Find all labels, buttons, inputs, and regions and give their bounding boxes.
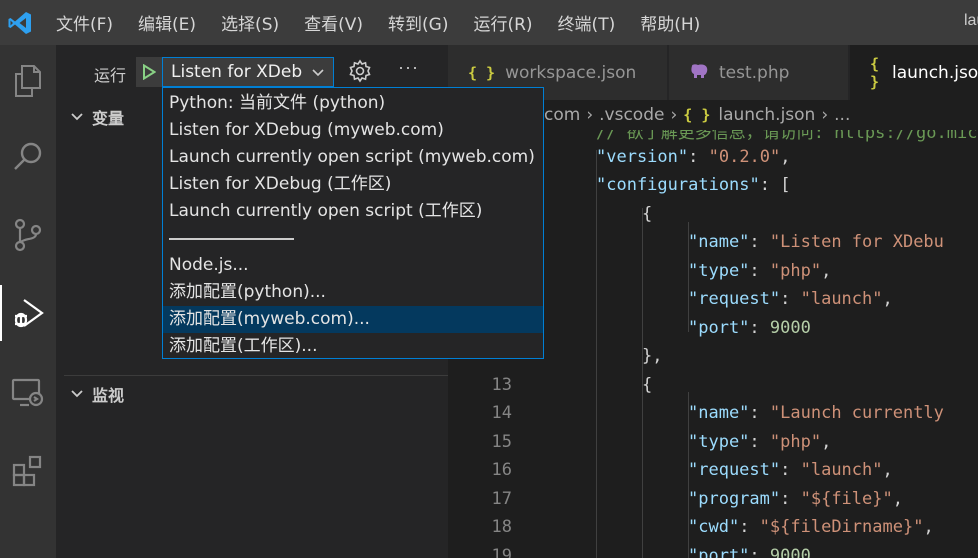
line-number: 16 <box>491 460 512 480</box>
menu-selection[interactable]: 选择(S) <box>221 10 279 35</box>
menu-file[interactable]: 文件(F) <box>56 10 113 35</box>
code-line: "request": "launch", <box>688 460 893 480</box>
json-icon: { } <box>870 54 880 91</box>
activity-bar <box>0 45 56 558</box>
watch-section-header[interactable]: 监视 <box>56 377 448 411</box>
code-line: "name": "Listen for XDebu <box>688 232 944 252</box>
variables-section-title: 变量 <box>92 109 125 128</box>
tab-launch-json[interactable]: { } launch.json <box>850 45 978 100</box>
source-control-icon[interactable] <box>0 207 56 263</box>
menu-help[interactable]: 帮助(H) <box>640 10 700 35</box>
indent-guide <box>596 150 597 558</box>
code-line: "type": "php", <box>688 431 832 452</box>
dropdown-separator <box>163 225 543 252</box>
open-launch-json-gear-icon[interactable] <box>348 59 372 88</box>
code-line: // 欲了解更多信息，请访问: https://go.microsoft.com… <box>596 130 978 143</box>
debug-config-select[interactable]: Listen for XDebug <box>162 57 334 87</box>
chevron-right-icon: › <box>670 105 678 125</box>
code-line: "program": "${file}", <box>688 488 903 509</box>
chevron-right-icon: › <box>821 105 829 125</box>
explorer-icon[interactable] <box>0 53 56 109</box>
start-debugging-button[interactable] <box>136 57 162 87</box>
line-number: 13 <box>491 374 512 395</box>
extensions-icon[interactable] <box>0 443 56 499</box>
debug-config-dropdown: Python: 当前文件 (python) Listen for XDebug … <box>162 87 544 359</box>
breadcrumb-item[interactable]: launch.json <box>718 105 815 125</box>
code-line: { <box>642 203 653 224</box>
dropdown-option[interactable]: Listen for XDebug (工作区) <box>163 171 543 198</box>
menu-run[interactable]: 运行(R) <box>473 10 532 35</box>
line-number: 14 <box>491 403 512 423</box>
vscode-logo-icon <box>0 0 40 45</box>
code-line: { <box>642 374 653 395</box>
code-line: "version": "0.2.0", <box>596 146 791 167</box>
watch-section-title: 监视 <box>92 386 125 405</box>
dropdown-option[interactable]: Launch currently open script (myweb.com) <box>163 144 543 171</box>
run-debug-icon[interactable] <box>0 285 56 341</box>
dropdown-option[interactable]: 添加配置(python)... <box>163 279 543 306</box>
json-icon: { } <box>468 63 496 82</box>
tab-label: test.php <box>719 62 790 83</box>
chevron-down-icon <box>71 390 83 398</box>
section-divider <box>64 375 448 376</box>
more-actions-button[interactable]: ··· <box>398 57 419 78</box>
debug-config-value: Listen for XDebug <box>171 62 303 82</box>
dropdown-option[interactable]: Python: 当前文件 (python) <box>163 90 543 117</box>
menu-edit[interactable]: 编辑(E) <box>138 10 196 35</box>
breadcrumb-item[interactable]: .vscode <box>599 105 664 125</box>
tab-label: workspace.json <box>505 62 637 83</box>
dropdown-option-selected[interactable]: 添加配置(myweb.com)... <box>163 306 543 333</box>
menu-view[interactable]: 查看(V) <box>304 10 363 35</box>
search-icon[interactable] <box>0 129 56 185</box>
code-line: "configurations": [ <box>596 175 791 195</box>
code-line: "port": 9000 <box>688 317 811 338</box>
chevron-right-icon: › <box>586 105 594 125</box>
dropdown-option[interactable]: Listen for XDebug (myweb.com) <box>163 117 543 144</box>
code-line: "type": "php", <box>688 260 832 281</box>
line-number: 17 <box>491 488 512 509</box>
dropdown-option[interactable]: Node.js... <box>163 252 543 279</box>
code-line: }, <box>642 346 663 366</box>
code-line: "cwd": "${fileDirname}", <box>688 517 934 537</box>
code-line: "name": "Launch currently <box>688 403 944 423</box>
breadcrumb-item[interactable]: ... <box>834 105 850 125</box>
window-title: lau <box>964 12 978 29</box>
json-icon: { } <box>683 106 711 124</box>
dropdown-option[interactable]: Launch currently open script (工作区) <box>163 198 543 225</box>
menu-bar: 文件(F) 编辑(E) 选择(S) 查看(V) 转到(G) 运行(R) 终端(T… <box>56 0 725 45</box>
chevron-down-icon <box>312 69 324 77</box>
play-icon <box>143 64 156 80</box>
line-number: 15 <box>491 431 512 452</box>
title-bar: 文件(F) 编辑(E) 选择(S) 查看(V) 转到(G) 运行(R) 终端(T… <box>0 0 978 45</box>
code-line: "request": "launch", <box>688 289 893 309</box>
php-elephant-icon <box>689 63 709 83</box>
line-number: 18 <box>491 517 512 537</box>
code-line: "port": 9000 <box>688 545 811 558</box>
breadcrumb-item[interactable]: com <box>544 105 580 125</box>
line-number: 19 <box>491 545 512 558</box>
run-label: 运行 <box>94 66 127 85</box>
menu-terminal[interactable]: 终端(T) <box>558 10 616 35</box>
remote-explorer-icon[interactable] <box>0 365 56 421</box>
chevron-down-icon <box>71 113 83 121</box>
menu-go[interactable]: 转到(G) <box>388 10 448 35</box>
tab-label: launch.json <box>892 62 978 83</box>
dropdown-option[interactable]: 添加配置(工作区)... <box>163 333 543 360</box>
tab-test-php[interactable]: test.php <box>669 45 849 100</box>
